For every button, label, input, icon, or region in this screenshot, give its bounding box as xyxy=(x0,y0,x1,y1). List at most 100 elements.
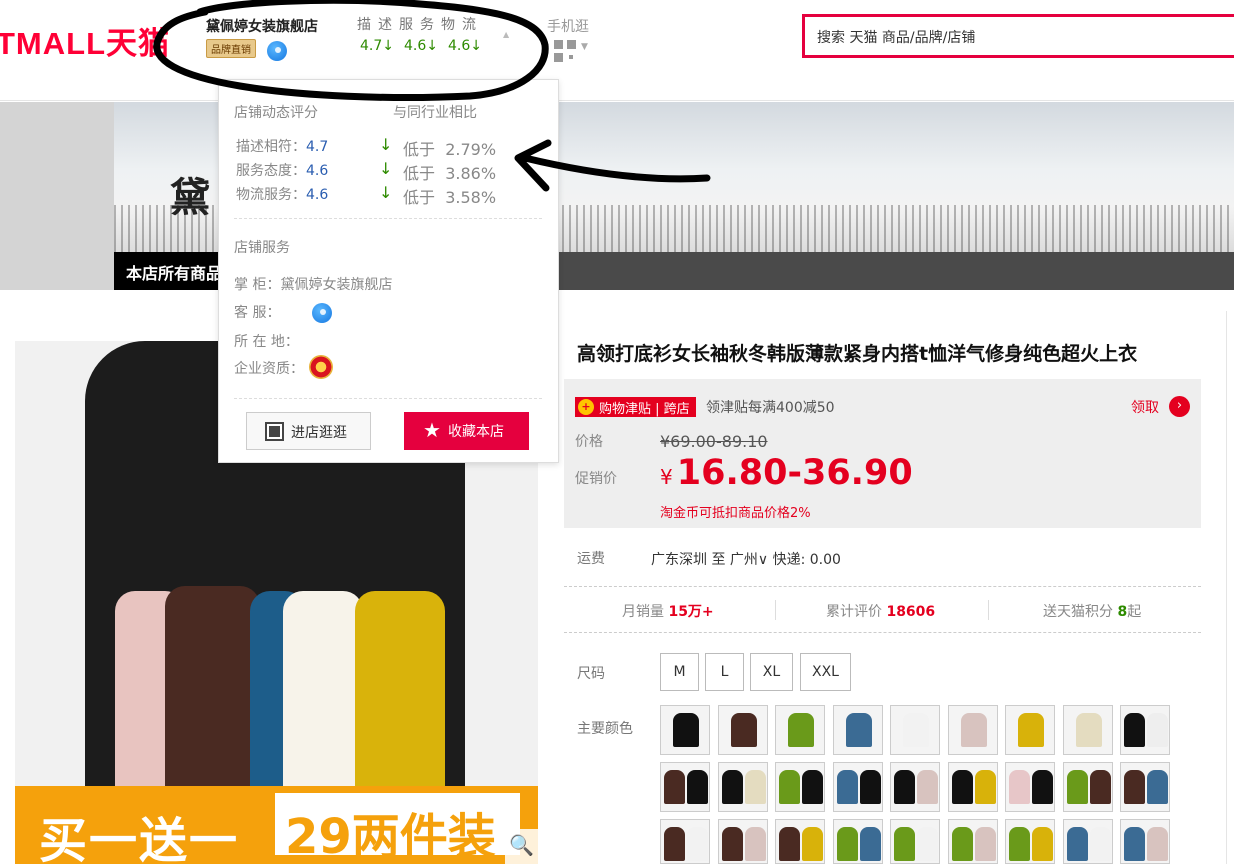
reviews-value: 18606 xyxy=(886,604,936,620)
claim-link[interactable]: 领取 xyxy=(1131,397,1159,417)
reviews-label: 累计评价 xyxy=(826,604,882,620)
color-swatch[interactable] xyxy=(1120,705,1170,755)
all-goods-nav[interactable]: 本店所有商品 xyxy=(114,252,224,290)
swatch-garment xyxy=(687,827,708,861)
tmall-logo[interactable]: TMALL天猫 xyxy=(0,18,170,63)
detail-border xyxy=(1226,311,1227,864)
dsr-service-value: 4.6↓ xyxy=(404,38,438,54)
color-swatch[interactable] xyxy=(947,705,998,755)
color-swatch[interactable] xyxy=(1005,705,1055,755)
color-swatch[interactable] xyxy=(1120,819,1170,864)
color-swatch[interactable] xyxy=(832,705,883,755)
enter-shop-label: 进店逛逛 xyxy=(291,425,347,441)
star-icon: ★ xyxy=(423,418,441,442)
swatch-garment xyxy=(845,713,872,747)
currency-symbol: ¥ xyxy=(660,465,673,489)
total-reviews[interactable]: 累计评价 18606 xyxy=(826,601,935,621)
swatch-garment xyxy=(1147,827,1168,861)
color-swatch[interactable] xyxy=(1005,762,1055,812)
swatch-garment xyxy=(779,827,800,861)
color-swatch[interactable] xyxy=(1062,819,1113,864)
color-label: 主要颜色 xyxy=(577,721,633,737)
size-option-xl[interactable]: XL xyxy=(750,653,793,691)
rating-label: 服务态度： xyxy=(236,163,306,179)
arrow-down-icon: ↓ xyxy=(379,159,393,178)
size-option-xxl[interactable]: XXL xyxy=(800,653,851,691)
compare-percent: 3.58% xyxy=(445,188,497,207)
divider xyxy=(564,586,1201,587)
color-swatch[interactable] xyxy=(890,762,940,812)
monthly-sales: 月销量 15万+ xyxy=(622,601,714,621)
color-swatch[interactable] xyxy=(717,819,768,864)
color-swatch[interactable] xyxy=(775,762,825,812)
color-swatch[interactable] xyxy=(832,762,883,812)
promo-two-pack-price: 29两件装 xyxy=(275,793,520,864)
swatch-garment xyxy=(974,827,996,861)
enter-shop-button[interactable]: 进店逛逛 xyxy=(246,412,371,450)
swatch-garment xyxy=(1089,770,1111,804)
color-swatch[interactable] xyxy=(890,819,940,864)
qr-code-icon[interactable] xyxy=(554,40,576,62)
size-option-l[interactable]: L xyxy=(705,653,744,691)
shipping-label: 运费 xyxy=(577,551,605,567)
dsr-values[interactable]: 4.7↓ 4.6↓ 4.6↓ xyxy=(360,38,492,54)
wangwang-chat-icon[interactable] xyxy=(312,303,332,323)
swatch-garment xyxy=(917,770,938,804)
shipping-destination-select[interactable]: 广东深圳 至 广州∨ 快递: 0.00 xyxy=(651,549,841,569)
color-swatch[interactable] xyxy=(775,705,825,755)
chevron-right-icon[interactable]: › xyxy=(1169,396,1190,417)
swatch-garment xyxy=(664,827,685,861)
swatch-garment xyxy=(1032,827,1053,861)
color-swatch[interactable] xyxy=(660,762,710,812)
taojinbi-note: 淘金币可抵扣商品价格2% xyxy=(660,506,811,521)
size-option-m[interactable]: M xyxy=(660,653,699,691)
swatch-garment xyxy=(951,770,973,804)
qualification-label: 企业资质： xyxy=(234,361,304,377)
rating-row-service: 服务态度：4.6 xyxy=(236,160,328,180)
keeper-label: 掌 柜： xyxy=(234,277,281,293)
color-swatch[interactable] xyxy=(947,762,998,812)
promo-price-label: 促销价 xyxy=(575,471,617,487)
color-swatch[interactable] xyxy=(890,705,940,755)
swatch-garment xyxy=(1147,770,1168,804)
banner-title: 黛 xyxy=(170,175,210,221)
color-swatch[interactable] xyxy=(717,705,768,755)
color-swatch[interactable] xyxy=(660,819,710,864)
swatch-garment xyxy=(1032,770,1053,804)
swatch-garment xyxy=(1009,827,1030,861)
customer-service-label: 客 服： xyxy=(234,305,281,321)
shop-icon xyxy=(265,422,284,441)
allowance-tag-text: 购物津贴 | 跨店 xyxy=(599,402,690,417)
color-swatch[interactable] xyxy=(832,819,883,864)
swatch-garment xyxy=(779,770,800,804)
zoom-icon[interactable]: 🔍 xyxy=(505,829,538,864)
color-swatch[interactable] xyxy=(1062,705,1113,755)
color-swatch[interactable] xyxy=(775,819,825,864)
rating-label: 描述相符： xyxy=(236,139,306,155)
location-label: 所 在 地： xyxy=(234,334,299,350)
swatch-garment xyxy=(859,827,881,861)
shop-service-title: 店铺服务 xyxy=(234,240,290,256)
rating-compare: 低于 3.86% xyxy=(403,160,496,184)
color-swatch[interactable] xyxy=(947,819,998,864)
swatch-garment xyxy=(687,770,708,804)
wangwang-chat-icon[interactable] xyxy=(267,41,287,61)
business-license-icon[interactable] xyxy=(309,355,333,379)
swatch-garment xyxy=(664,770,685,804)
garment-brown xyxy=(165,586,260,816)
color-swatch[interactable] xyxy=(1062,762,1113,812)
color-swatch[interactable] xyxy=(1005,819,1055,864)
search-input[interactable]: 搜索 天猫 商品/品牌/店铺 xyxy=(802,14,1234,58)
favorite-shop-button[interactable]: ★ 收藏本店 xyxy=(404,412,529,450)
brand-direct-badge: 品牌直销 xyxy=(206,39,256,58)
color-swatch[interactable] xyxy=(1120,762,1170,812)
color-swatch[interactable] xyxy=(660,705,710,755)
rating-value: 4.7 xyxy=(306,139,329,155)
color-swatch[interactable] xyxy=(717,762,768,812)
swatch-garment xyxy=(917,827,938,861)
monthly-sales-value: 15万+ xyxy=(668,604,714,620)
points-suffix: 起 xyxy=(1127,604,1142,620)
mobile-shop-link[interactable]: 手机逛 xyxy=(547,16,589,36)
shop-name-link[interactable]: 黛佩婷女装旗舰店 xyxy=(206,16,318,36)
swatch-garment xyxy=(894,827,915,861)
